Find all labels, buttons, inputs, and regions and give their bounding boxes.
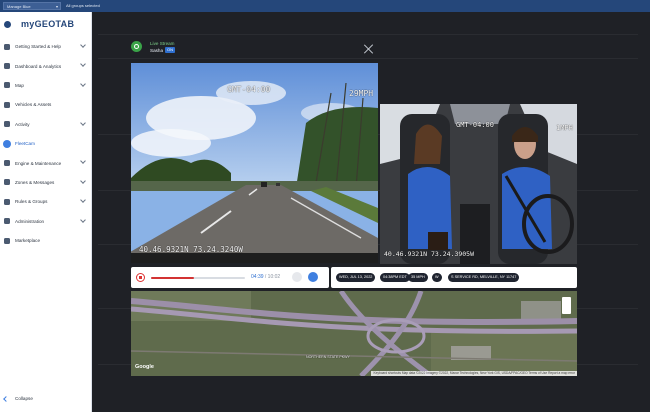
heading-badge: W xyxy=(432,273,442,282)
road-camera-speed: 29MPH xyxy=(349,89,374,98)
chevron-down-icon xyxy=(80,80,86,87)
chevron-left-icon xyxy=(3,395,9,402)
trip-info-bar: WED, JUL 13, 2022 04:38PM EDT 35 MPH W S… xyxy=(331,267,577,288)
map-icon xyxy=(4,82,10,89)
satellite-map[interactable]: NORTHERN STATE PKWY Google Keyboard shor… xyxy=(131,291,577,376)
sidebar-item-dashboard[interactable]: Dashboard & Analytics xyxy=(0,56,91,75)
sidebar-item-getting-started[interactable]: Getting Started & Help xyxy=(0,37,91,56)
total-time: / 10:02 xyxy=(264,274,281,280)
sidebar-item-label: FleetCam xyxy=(15,141,35,147)
sidebar-item-engine[interactable]: Engine & Maintenance xyxy=(0,153,91,172)
wrench-icon xyxy=(4,160,10,167)
sidebar-nav: Getting Started & Help Dashboard & Analy… xyxy=(0,37,91,250)
chevron-down-icon xyxy=(80,158,86,165)
sidebar-item-map[interactable]: Map xyxy=(0,76,91,95)
sidebar-item-administration[interactable]: Administration xyxy=(0,212,91,231)
date-badge: WED, JUL 13, 2022 xyxy=(336,273,376,282)
camera-icon xyxy=(3,139,11,148)
status-badge: ON xyxy=(165,47,175,53)
chevron-down-icon xyxy=(80,197,86,203)
sidebar-item-label: Map xyxy=(15,82,24,88)
address-badge: S SERVICE RD, MELVILLE, NY 11747 xyxy=(448,273,520,282)
sidebar-item-label: Zones & Messages xyxy=(15,179,55,185)
volume-icon[interactable] xyxy=(308,272,318,282)
logo[interactable]: myGEOTAB xyxy=(4,19,90,30)
sidebar-item-label: Vehicles & Assets xyxy=(15,102,52,108)
road-label: NORTHERN STATE PKWY xyxy=(306,355,350,359)
help-icon xyxy=(4,43,10,50)
chevron-down-icon xyxy=(80,216,86,223)
map-imagery xyxy=(131,291,577,376)
chevron-down-icon xyxy=(80,42,86,48)
activity-icon xyxy=(4,121,10,128)
sidebar-item-zones[interactable]: Zones & Messages xyxy=(0,173,91,192)
sidebar-item-label: Getting Started & Help xyxy=(15,44,61,50)
marketplace-icon xyxy=(4,237,10,244)
road-camera-timestamp: GMT-04:00 xyxy=(227,85,271,94)
cabin-camera-coordinates: 40.46.9321N 73.24.3905W xyxy=(384,250,475,258)
sidebar-item-label: Engine & Maintenance xyxy=(15,160,62,166)
sidebar-item-rules[interactable]: Rules & Groups xyxy=(0,192,91,211)
geotab-logo-icon xyxy=(4,21,11,28)
truck-icon xyxy=(4,101,10,108)
settings-icon[interactable] xyxy=(292,272,302,282)
playback-scrubber[interactable] xyxy=(151,276,245,279)
chevron-down-icon: ▾ xyxy=(55,4,58,9)
google-logo: Google xyxy=(135,364,154,370)
close-icon[interactable] xyxy=(364,44,374,54)
collapse-button[interactable]: Collapse xyxy=(3,395,33,402)
sidebar-item-label: Rules & Groups xyxy=(15,199,48,205)
sidebar-item-label: Marketplace xyxy=(15,238,41,244)
elapsed-time: 04:39 xyxy=(251,274,264,280)
record-icon[interactable] xyxy=(136,273,145,282)
rules-icon xyxy=(4,198,10,205)
sidebar-item-label: Administration xyxy=(15,218,45,224)
collapse-label: Collapse xyxy=(15,396,33,401)
cabin-camera-timestamp: GMT-04:00 xyxy=(456,121,494,129)
sidebar-item-fleetcam[interactable]: FleetCam xyxy=(0,134,91,153)
divider xyxy=(98,34,638,35)
zone-icon xyxy=(4,179,10,186)
database-select[interactable]: Manage Blue ▾ xyxy=(3,2,61,10)
groups-filter[interactable]: All groups selected xyxy=(66,2,100,10)
top-bar: Manage Blue ▾ All groups selected xyxy=(0,0,650,12)
sidebar-item-activity[interactable]: Activity xyxy=(0,115,91,134)
live-stream-label: Live Stream xyxy=(150,41,175,46)
sidebar-item-label: Activity xyxy=(15,121,30,127)
sidebar-item-marketplace[interactable]: Marketplace xyxy=(0,231,91,250)
sidebar-item-label: Dashboard & Analytics xyxy=(15,63,62,69)
playback-time: 04:39 / 10:02 xyxy=(251,274,280,280)
live-stream-icon xyxy=(131,41,142,52)
time-badge: 04:38PM EDT xyxy=(380,273,410,282)
zoom-controls[interactable] xyxy=(562,297,571,314)
road-camera-coordinates: 40.46.9321N 73.24.3240W xyxy=(139,245,243,254)
dashboard-icon xyxy=(4,63,10,70)
chevron-down-icon xyxy=(80,177,86,184)
driver-name: Sasha xyxy=(150,48,164,53)
cabin-camera-speed: 1MPH xyxy=(556,124,573,132)
gear-icon xyxy=(4,218,10,225)
sidebar: myGEOTAB Getting Started & Help Dashboar… xyxy=(0,12,92,412)
chevron-down-icon xyxy=(80,61,86,68)
video-player-controls: 04:39 / 10:02 xyxy=(131,267,329,288)
cabin-camera-feed[interactable]: GMT-04:00 1MPH 40.46.9321N 73.24.3905W xyxy=(380,104,577,264)
speed-badge: 35 MPH xyxy=(408,273,428,282)
divider xyxy=(98,58,638,59)
road-camera-feed[interactable]: GMT-04:00 29MPH 40.46.9321N 73.24.3240W xyxy=(131,63,378,263)
database-name: Manage Blue xyxy=(7,4,31,9)
playback-progress xyxy=(151,276,195,279)
chevron-down-icon xyxy=(80,119,86,126)
logo-text: myGEOTAB xyxy=(21,19,75,29)
map-attribution[interactable]: Keyboard shortcuts Map data ©2022 Imager… xyxy=(371,371,577,376)
sidebar-item-vehicles[interactable]: Vehicles & Assets xyxy=(0,95,91,114)
